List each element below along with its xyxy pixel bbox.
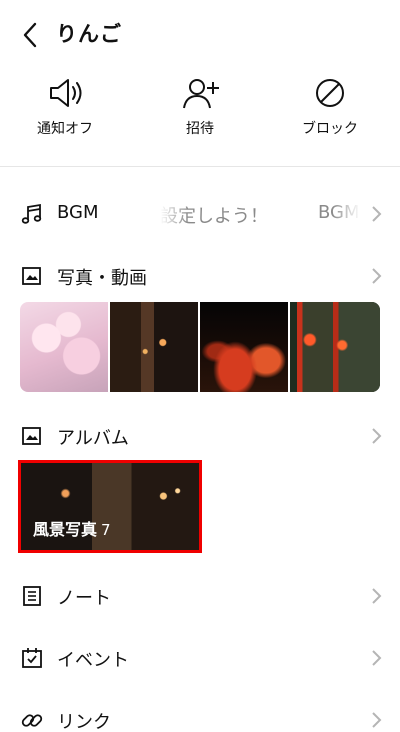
invite-label: 招待 xyxy=(186,121,214,137)
album-card-title: 風景写真 7 xyxy=(33,516,111,540)
photo-thumbnail-shrine-lanterns[interactable] xyxy=(290,302,380,392)
photo-thumbnail-cherry-blossom[interactable] xyxy=(20,302,108,392)
back-chevron-icon[interactable] xyxy=(16,20,46,50)
link-icon xyxy=(21,714,43,727)
event-row[interactable]: イベント xyxy=(0,636,400,680)
mute-notifications-button[interactable]: 通知オフ xyxy=(10,76,120,146)
bgm-label: BGM xyxy=(57,202,99,223)
divider xyxy=(0,166,400,167)
block-label: ブロック xyxy=(302,121,358,137)
chevron-right-icon xyxy=(372,268,382,284)
photos-videos-row[interactable]: 写真・動画 xyxy=(0,254,400,298)
bgm-row[interactable]: BGM 設定しよう！ BGM xyxy=(0,192,400,236)
mute-label: 通知オフ xyxy=(37,121,93,137)
album-row[interactable]: アルバム xyxy=(0,414,400,458)
fade-right xyxy=(332,202,360,228)
note-row[interactable]: ノート xyxy=(0,574,400,618)
album-title-text: 風景写真 xyxy=(33,520,98,539)
invite-button[interactable]: 招待 xyxy=(145,76,255,146)
note-label: ノート xyxy=(57,588,111,609)
chevron-right-icon xyxy=(372,206,382,222)
album-icon xyxy=(22,427,41,445)
add-user-icon xyxy=(183,79,219,109)
music-note-icon xyxy=(21,203,42,224)
album-card[interactable]: 風景写真 7 xyxy=(18,460,202,553)
block-icon xyxy=(316,79,344,107)
photo-icon xyxy=(22,267,41,285)
fade-left xyxy=(160,202,188,228)
header: りんご xyxy=(0,0,400,66)
chat-name-title: りんご xyxy=(56,22,122,46)
calendar-check-icon xyxy=(22,648,42,668)
link-label: リンク xyxy=(57,712,111,732)
bgm-marquee-text: 設定しよう！ BGM xyxy=(160,202,360,228)
chevron-right-icon xyxy=(372,712,382,728)
chevron-right-icon xyxy=(372,428,382,444)
action-bar: 通知オフ 招待 ブロック xyxy=(0,76,400,146)
album-label: アルバム xyxy=(57,428,129,449)
photo-thumbnail-autumn-leaves[interactable] xyxy=(200,302,288,392)
photo-thumbnail-strip xyxy=(20,302,380,392)
speaker-icon xyxy=(50,79,82,107)
chevron-right-icon xyxy=(372,650,382,666)
album-photo-count: 7 xyxy=(101,521,111,539)
event-label: イベント xyxy=(57,650,129,671)
chevron-right-icon xyxy=(372,588,382,604)
block-button[interactable]: ブロック xyxy=(275,76,385,146)
note-icon xyxy=(23,586,41,606)
photo-thumbnail-night-street[interactable] xyxy=(110,302,198,392)
photos-videos-label: 写真・動画 xyxy=(57,268,147,289)
link-row[interactable]: リンク xyxy=(0,698,400,732)
